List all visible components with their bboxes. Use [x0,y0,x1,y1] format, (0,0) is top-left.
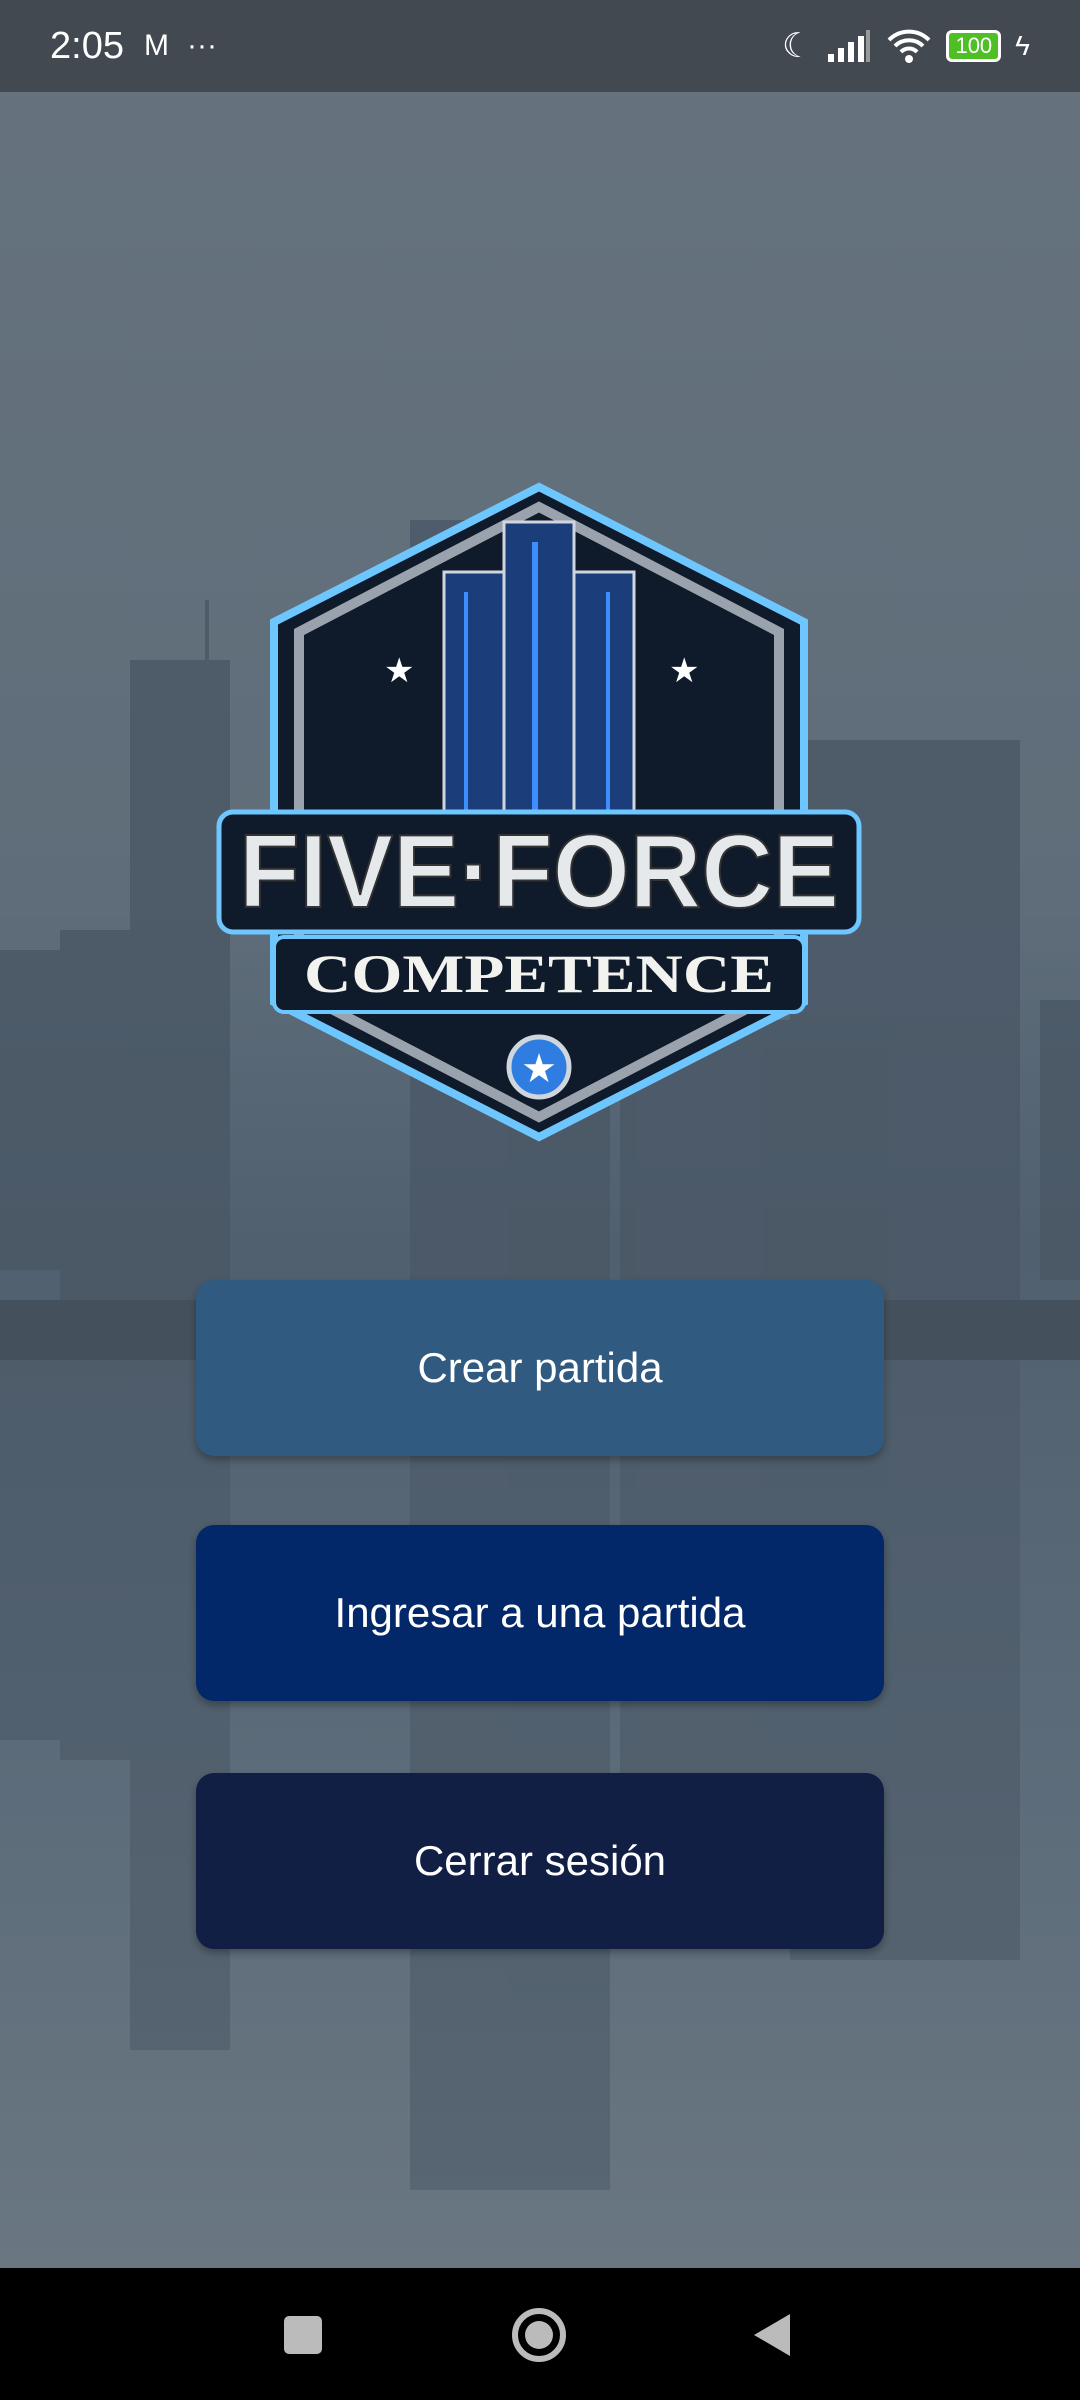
svg-text:★: ★ [384,652,414,690]
create-game-button[interactable]: Crear partida [196,1280,884,1456]
svg-text:★: ★ [669,652,699,690]
logout-button[interactable]: Cerrar sesión [196,1773,884,1949]
status-bar: 2:05 M ··· ☾ 100 ϟ [0,0,1080,92]
logo-line1: FIVE·FORCE [239,814,839,930]
signal-icon [828,30,871,62]
join-game-label: Ingresar a una partida [334,1589,746,1636]
navigation-bar [0,2268,1080,2400]
create-game-label: Crear partida [417,1344,663,1391]
charging-icon: ϟ [1015,30,1030,61]
clock: 2:05 [50,24,124,67]
back-triangle-icon[interactable] [752,2312,792,2358]
moon-icon: ☾ [781,27,813,65]
logout-label: Cerrar sesión [413,1837,667,1884]
battery-icon: 100 [946,30,1002,62]
five-force-competence-logo: ★ ★ FIVE·FORCE COMPETENCE ★ [216,482,862,1142]
wifi-icon [888,29,931,63]
more-dots-icon: ··· [186,29,217,62]
join-game-button[interactable]: Ingresar a una partida [196,1525,884,1701]
home-circle-icon[interactable] [512,2308,566,2362]
recents-square-icon[interactable] [284,2316,322,2354]
svg-text:★: ★ [521,1047,557,1091]
logo-line2: COMPETENCE [304,944,774,1004]
gmail-icon: M [143,29,169,62]
